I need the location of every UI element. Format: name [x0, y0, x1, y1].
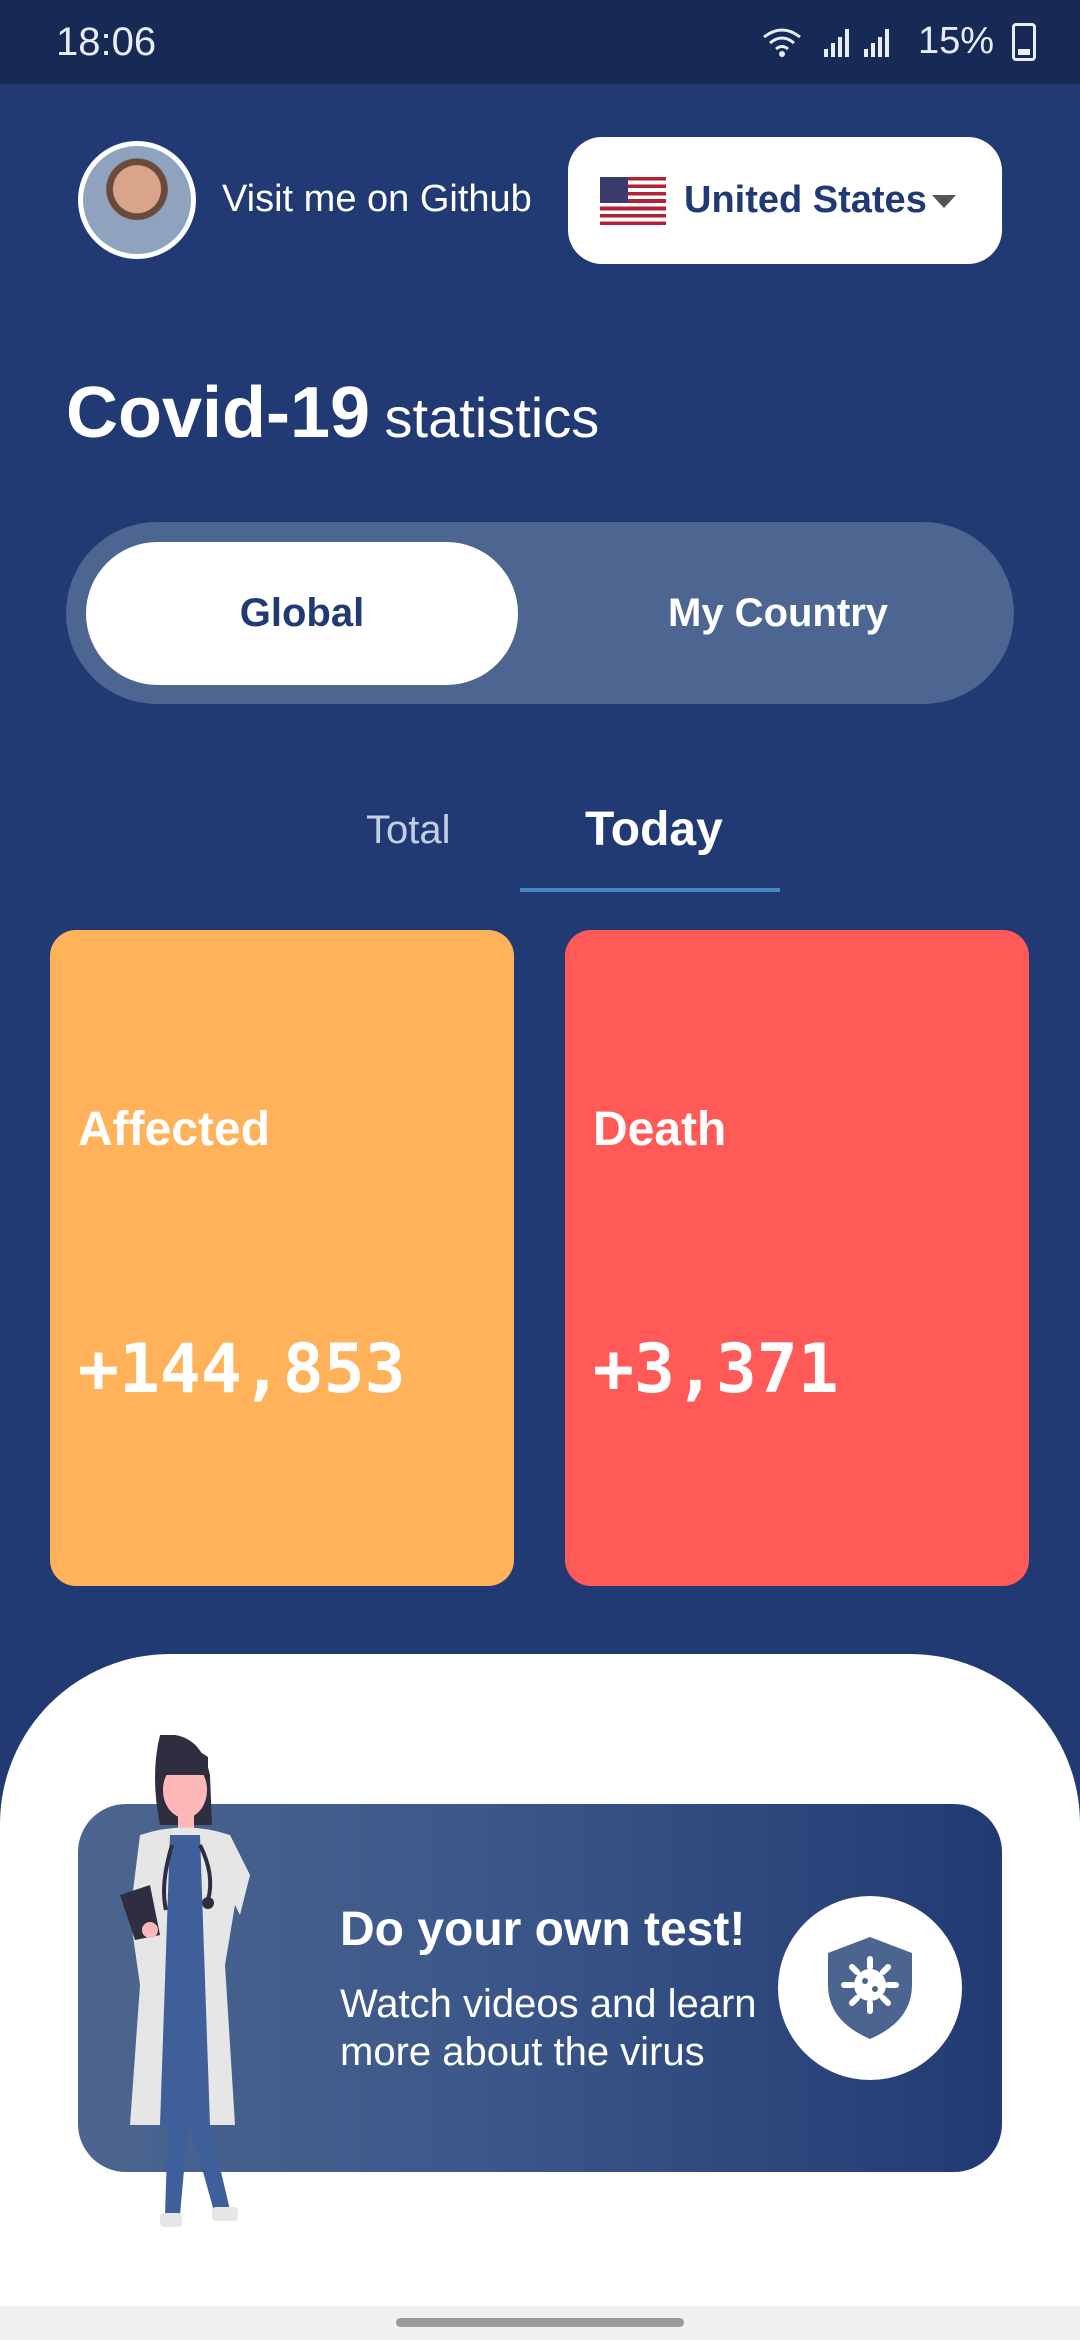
- avatar[interactable]: [78, 141, 196, 259]
- title-main: Covid-19: [66, 373, 371, 453]
- tab-today[interactable]: Today: [585, 802, 723, 857]
- home-handle[interactable]: [396, 2318, 684, 2327]
- caret-down-icon: [932, 195, 956, 208]
- segment-global[interactable]: Global: [86, 542, 518, 685]
- title-sub: statistics: [384, 386, 600, 449]
- shield-button[interactable]: [778, 1896, 962, 2080]
- github-link[interactable]: Visit me on Github: [222, 178, 532, 221]
- wifi-icon: [763, 28, 801, 57]
- page-title: Covid-19 statistics: [66, 372, 599, 454]
- battery-icon: [1012, 22, 1036, 61]
- scope-segmented-control: Global My Country: [66, 522, 1014, 704]
- signal-icon: [823, 28, 889, 57]
- affected-value: +144,853: [78, 1330, 406, 1409]
- flag-icon: [600, 176, 666, 225]
- shield-virus-icon: [828, 1937, 912, 2039]
- battery-percent: 15%: [917, 20, 994, 62]
- affected-label: Affected: [78, 1103, 271, 1156]
- status-time: 18:06: [56, 20, 157, 64]
- death-value: +3,371: [593, 1330, 839, 1409]
- affected-card: Affected +144,853: [50, 930, 514, 1586]
- promo-subtitle: Watch videos and learn more about the vi…: [340, 1982, 757, 2074]
- status-bar: 18:06 15%: [0, 0, 1080, 84]
- death-card: Death +3,371: [565, 930, 1029, 1586]
- tab-indicator: [520, 888, 780, 892]
- country-name: United States: [684, 179, 927, 221]
- promo-title: Do your own test!: [340, 1903, 746, 1956]
- death-label: Death: [593, 1103, 727, 1156]
- tab-total[interactable]: Total: [366, 808, 451, 853]
- status-icons: 15%: [762, 20, 1036, 63]
- segment-my-country[interactable]: My Country: [562, 542, 994, 685]
- doctor-illustration: [120, 1735, 250, 2227]
- country-select[interactable]: United States: [568, 137, 1002, 264]
